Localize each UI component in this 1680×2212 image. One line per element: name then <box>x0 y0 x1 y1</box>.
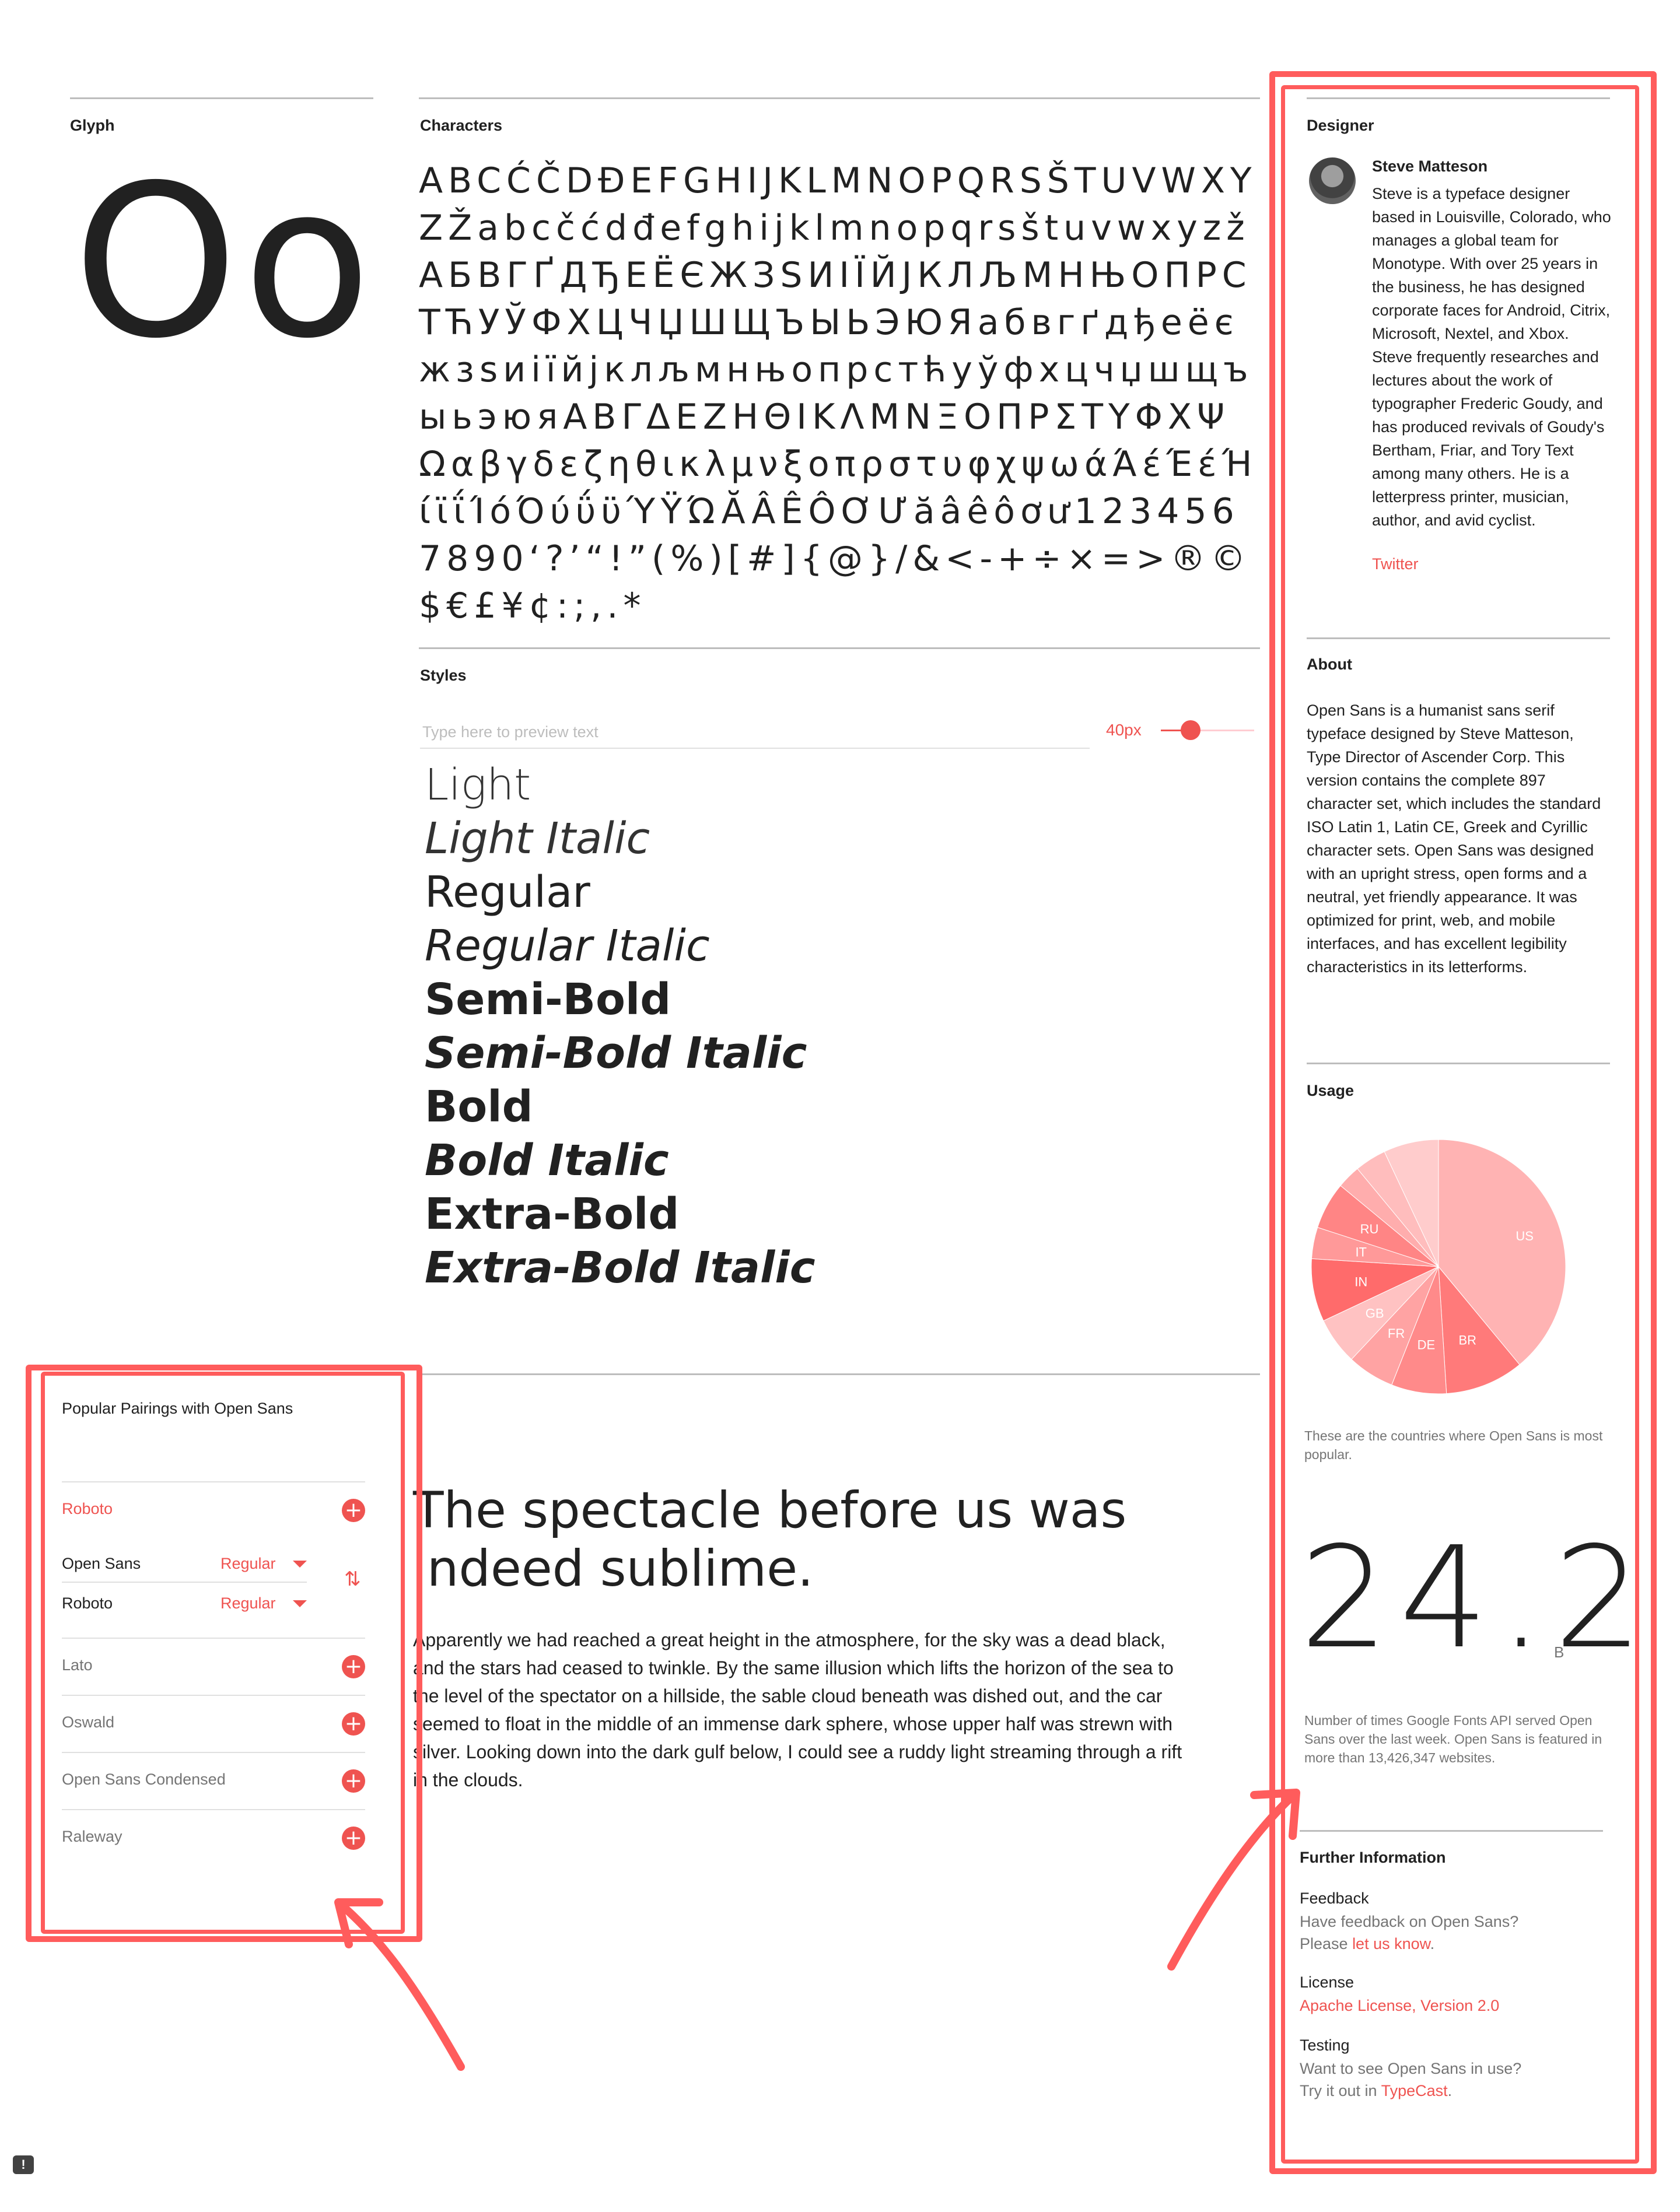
annotation-arrow <box>334 1898 465 2071</box>
annotation-arrows <box>334 1789 1300 2071</box>
feedback-icon[interactable]: ! <box>13 2155 34 2174</box>
annotation-arrow <box>1167 1789 1300 1971</box>
